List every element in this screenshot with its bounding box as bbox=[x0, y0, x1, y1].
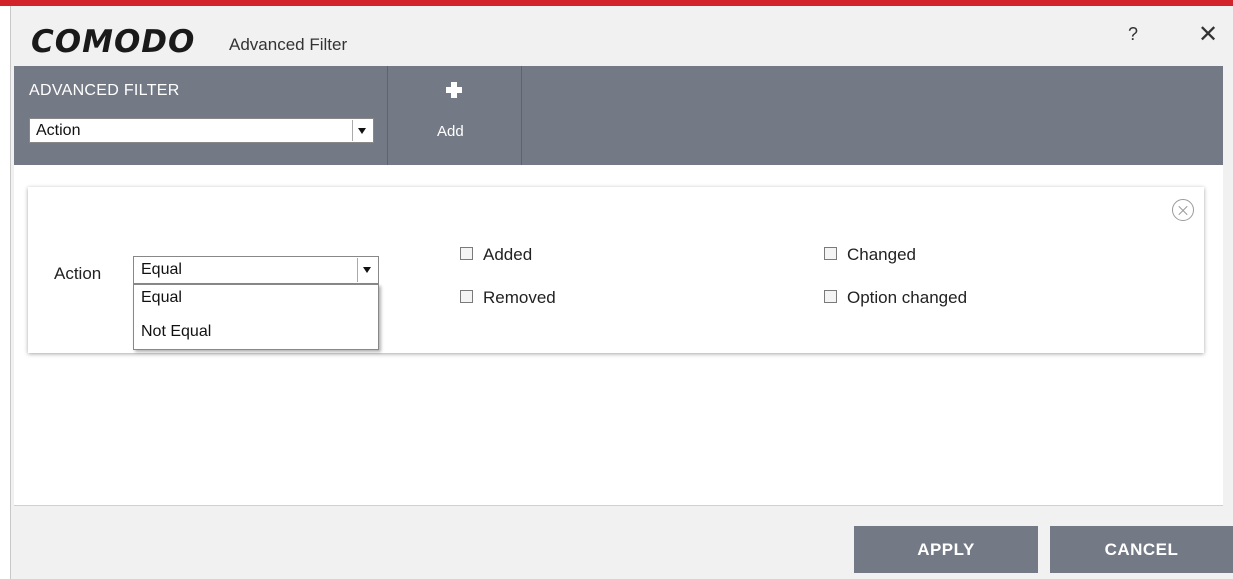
operator-value: Equal bbox=[141, 261, 182, 278]
plus-icon bbox=[446, 82, 462, 98]
chevron-down-icon[interactable] bbox=[352, 120, 372, 141]
help-button[interactable]: ? bbox=[1128, 24, 1138, 45]
checkbox-label: Added bbox=[483, 245, 533, 264]
advanced-filter-label: ADVANCED FILTER bbox=[29, 82, 180, 99]
checkbox-label: Removed bbox=[483, 288, 556, 307]
filter-type-select[interactable]: Action bbox=[29, 118, 374, 143]
window-title: Advanced Filter bbox=[229, 35, 348, 54]
checkbox-icon[interactable] bbox=[460, 290, 473, 303]
filter-type-value: Action bbox=[36, 122, 81, 139]
dropdown-option-equal[interactable]: Equal bbox=[141, 289, 182, 307]
dropdown-option-not-equal[interactable]: Not Equal bbox=[141, 323, 211, 341]
operator-select[interactable]: Equal bbox=[133, 256, 379, 284]
checkbox-icon[interactable] bbox=[824, 290, 837, 303]
condition-label: Action bbox=[54, 264, 102, 283]
filter-toolbar: ADVANCED FILTER Action Add bbox=[14, 66, 1223, 165]
cancel-button[interactable]: CANCEL bbox=[1050, 526, 1233, 573]
filter-content-area: Action Equal Equal Not Equal Added Chang… bbox=[14, 165, 1223, 506]
comodo-logo: COMODO bbox=[31, 24, 196, 60]
advanced-filter-section: ADVANCED FILTER Action bbox=[14, 66, 388, 165]
checkbox-icon[interactable] bbox=[460, 247, 473, 260]
close-button[interactable]: ✕ bbox=[1198, 20, 1218, 49]
operator-dropdown-list: Equal Not Equal bbox=[133, 284, 379, 350]
title-bar: COMODO Advanced Filter ? ✕ bbox=[11, 6, 1233, 72]
checkbox-label: Option changed bbox=[847, 288, 968, 307]
add-button[interactable]: Add bbox=[387, 66, 522, 165]
checkbox-label: Changed bbox=[847, 245, 917, 264]
checkbox-icon[interactable] bbox=[824, 247, 837, 260]
apply-button[interactable]: APPLY bbox=[854, 526, 1038, 573]
chevron-down-icon[interactable] bbox=[357, 258, 377, 282]
add-label: Add bbox=[437, 123, 464, 140]
remove-condition-icon[interactable] bbox=[1172, 199, 1194, 221]
filter-condition-card: Action Equal Equal Not Equal Added Chang… bbox=[28, 187, 1204, 353]
